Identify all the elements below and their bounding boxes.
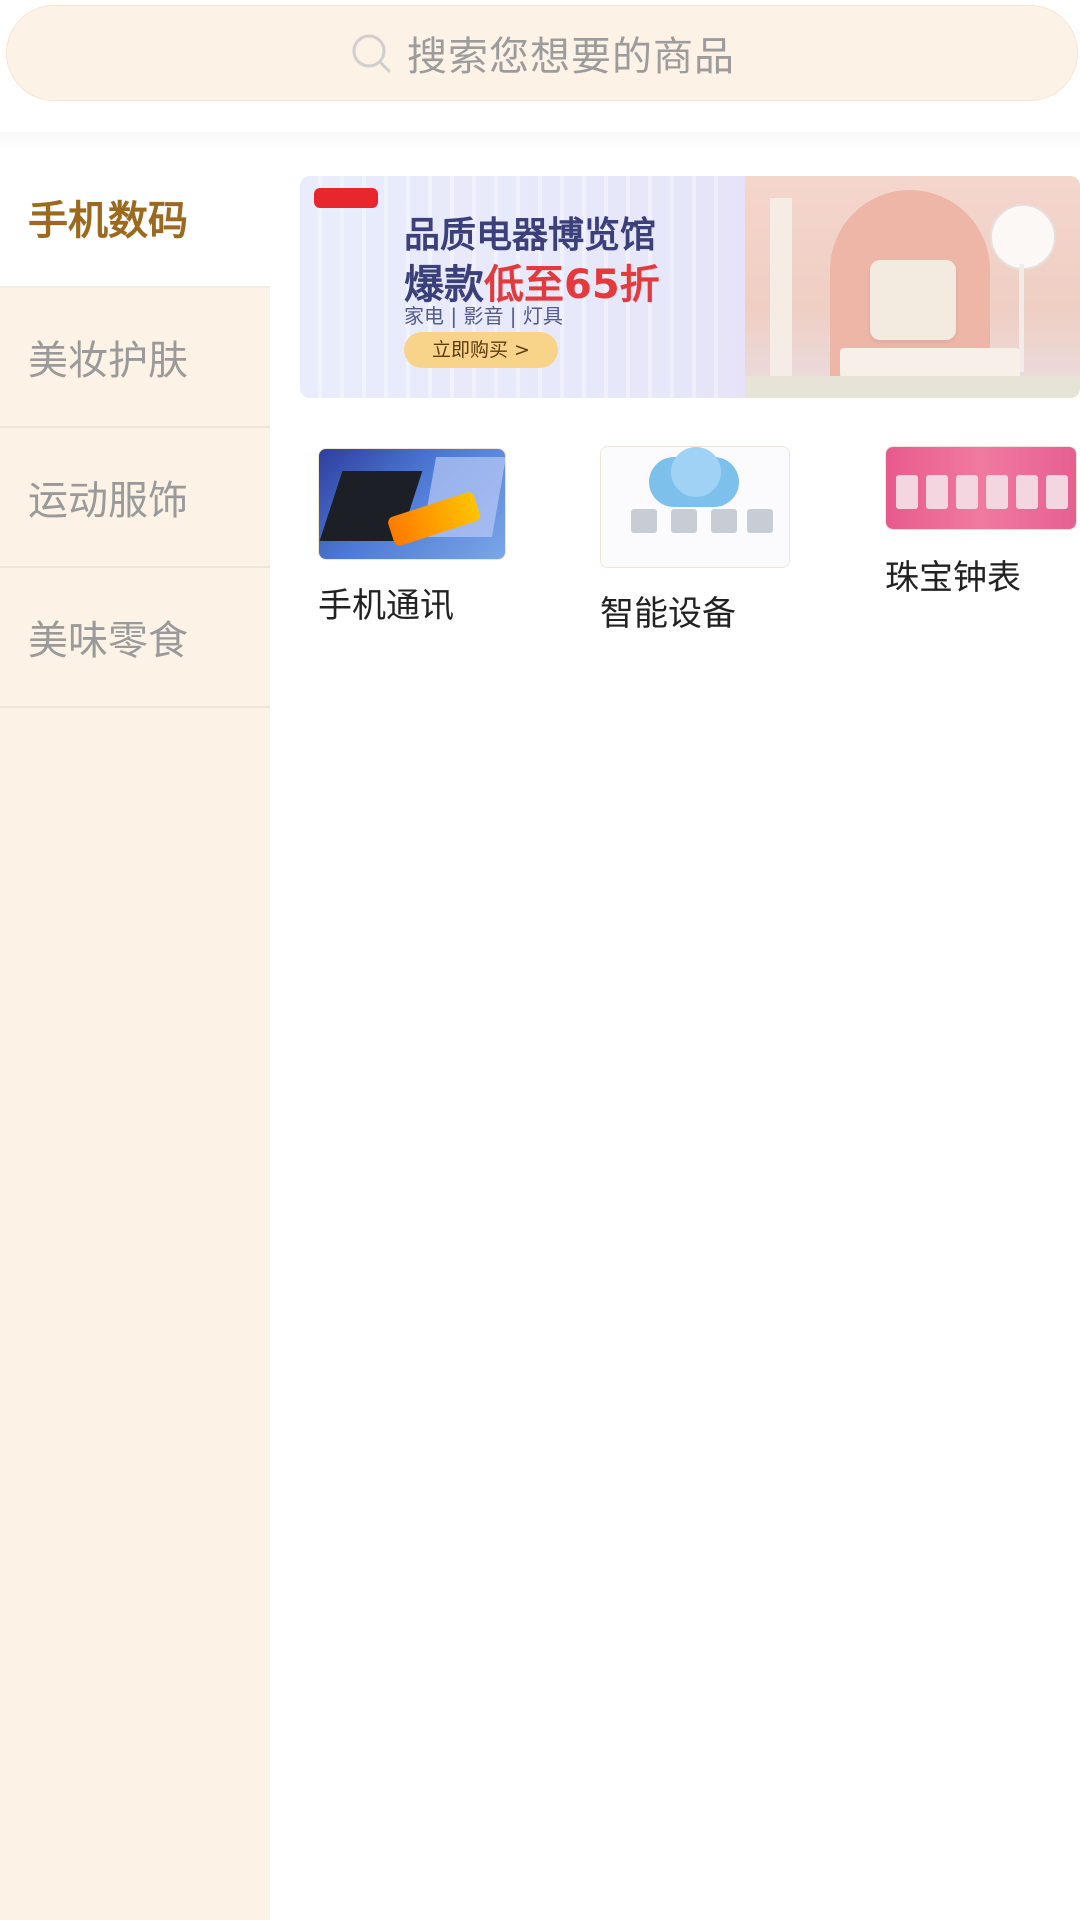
- category-label: 手机通讯: [318, 586, 454, 626]
- jewelry-box: [1016, 475, 1038, 509]
- cloud-devices-image: [601, 447, 789, 567]
- banner-buy-button[interactable]: 立即购买 >: [404, 332, 558, 368]
- search-placeholder: 搜索您想要的商品: [407, 34, 735, 80]
- device-shape: [631, 509, 657, 533]
- jewelry-box: [926, 475, 948, 509]
- category-item-jewelry[interactable]: 珠宝钟表: [885, 446, 1080, 606]
- banner-appliance-image: [870, 260, 956, 340]
- category-label: 智能设备: [600, 594, 736, 634]
- banner-podium: [840, 348, 1020, 378]
- banner-pillar: [770, 198, 792, 388]
- sidebar-item-snacks[interactable]: 美味零食: [0, 568, 270, 708]
- jewelry-box: [956, 475, 978, 509]
- search-header: 搜索您想要的商品: [0, 0, 1080, 132]
- device-shape: [711, 509, 737, 533]
- category-item-smart-devices[interactable]: 智能设备: [600, 446, 790, 636]
- category-thumbnail: [318, 448, 506, 560]
- device-shape: [671, 509, 697, 533]
- banner-floor: [745, 376, 1080, 398]
- sidebar-item-digital[interactable]: 手机数码: [0, 148, 270, 288]
- sidebar-item-beauty[interactable]: 美妆护肤: [0, 288, 270, 428]
- jewelry-image: [886, 447, 1076, 529]
- banner-categories: 家电 | 影音 | 灯具: [404, 304, 563, 328]
- sidebar-item-sportswear[interactable]: 运动服饰: [0, 428, 270, 568]
- jewelry-box: [896, 475, 918, 509]
- category-sidebar: 手机数码 美妆护肤 运动服饰 美味零食: [0, 148, 270, 1920]
- category-thumbnail: [600, 446, 790, 568]
- jewelry-box: [986, 475, 1008, 509]
- category-item-phones[interactable]: 手机通讯: [318, 448, 508, 628]
- search-bar[interactable]: 搜索您想要的商品: [6, 5, 1078, 101]
- phone-image: [319, 449, 505, 559]
- banner-fan-image: [990, 204, 1056, 270]
- promo-banner[interactable]: 品质电器博览馆 爆款低至65折 家电 | 影音 | 灯具 立即购买 >: [300, 176, 1080, 398]
- cloud-shape-top: [671, 447, 721, 497]
- category-label: 珠宝钟表: [885, 558, 1021, 598]
- banner-title: 品质电器博览馆: [404, 215, 657, 256]
- banner-tag: [314, 188, 378, 208]
- category-thumbnail: [885, 446, 1077, 530]
- device-shape: [747, 509, 773, 533]
- search-icon: [349, 31, 393, 75]
- jewelry-box: [1046, 475, 1068, 509]
